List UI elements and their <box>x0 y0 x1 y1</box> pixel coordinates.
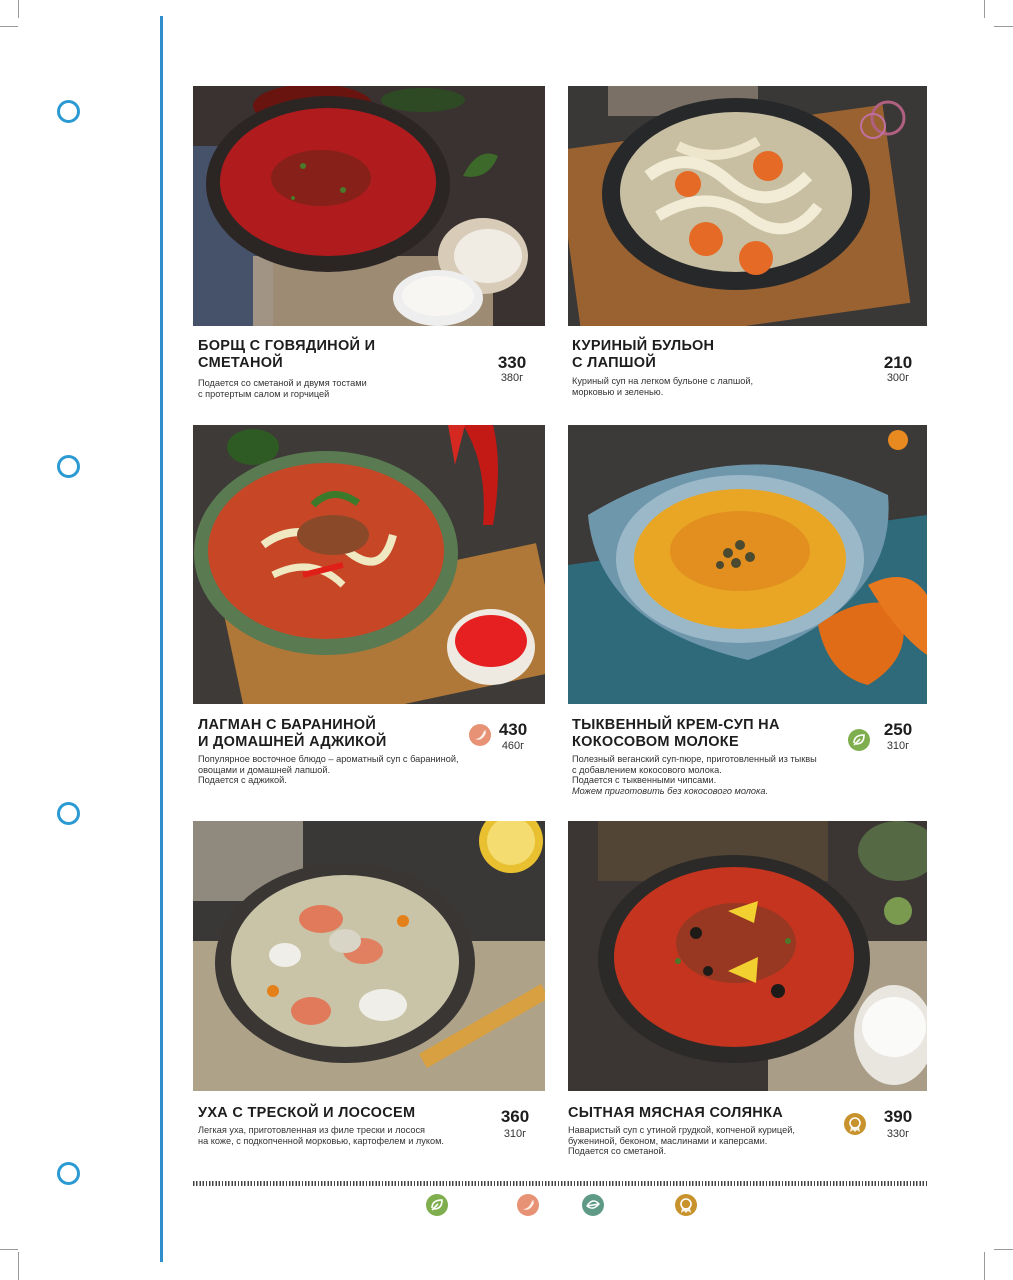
binder-hole <box>57 100 80 123</box>
dish-weight: 300г <box>886 372 910 384</box>
dish-description: Популярное восточное блюдо – ароматный с… <box>198 754 459 786</box>
binder-hole <box>57 1162 80 1185</box>
dish-photo-pumpkin-soup <box>568 425 927 704</box>
dish-description: Подается со сметаной и двумя тостами с пр… <box>198 378 367 399</box>
vegan-leaf-icon <box>426 1194 448 1216</box>
dish-title: ТЫКВЕННЫЙ КРЕМ-СУП НА КОКОСОВОМ МОЛОКЕ <box>572 717 780 750</box>
binder-hole <box>57 802 80 825</box>
dish-price: 330 <box>497 353 527 372</box>
crop-mark <box>994 1249 1013 1250</box>
dish-title: УХА С ТРЕСКОЙ И ЛОСОСЕМ <box>198 1105 416 1121</box>
dish-price: 250 <box>883 720 913 739</box>
teal-leaf-icon <box>582 1194 604 1216</box>
dish-photo-solyanka <box>568 821 927 1091</box>
dish-photo-borscht <box>193 86 545 326</box>
dish-photo-lagman <box>193 425 545 704</box>
crop-mark <box>18 0 19 18</box>
dish-weight: 310г <box>886 740 910 752</box>
crop-mark <box>18 1252 19 1280</box>
dish-price: 390 <box>883 1107 913 1126</box>
dish-description: Легкая уха, приготовленная из филе треск… <box>198 1125 444 1146</box>
dish-title: БОРЩ С ГОВЯДИНОЙ И СМЕТАНОЙ <box>198 338 376 371</box>
crop-mark <box>0 26 18 27</box>
crop-mark <box>984 0 985 18</box>
dish-photo-chicken-broth <box>568 86 927 326</box>
dish-title: СЫТНАЯ МЯСНАЯ СОЛЯНКА <box>568 1105 783 1121</box>
dish-photo-ukha <box>193 821 545 1091</box>
binder-hole <box>57 455 80 478</box>
footer-dotted-rule <box>193 1181 927 1186</box>
crop-mark <box>984 1252 985 1280</box>
crop-mark <box>994 26 1013 27</box>
dish-weight: 460г <box>501 740 525 752</box>
dish-description: Куриный суп на легком бульоне с лапшой, м… <box>572 376 754 397</box>
dish-weight: 380г <box>500 372 524 384</box>
crop-mark <box>0 1249 18 1250</box>
dish-price: 210 <box>883 353 913 372</box>
chef-medal-icon <box>675 1194 697 1216</box>
vegan-leaf-icon <box>848 729 870 751</box>
chili-pepper-icon <box>517 1194 539 1216</box>
dish-price: 430 <box>498 720 528 739</box>
dish-price: 360 <box>500 1107 530 1126</box>
dish-description: Полезный веганский суп-пюре, приготовлен… <box>572 754 817 796</box>
dish-title: КУРИНЫЙ БУЛЬОН С ЛАПШОЙ <box>572 338 715 371</box>
chef-medal-icon <box>844 1113 866 1135</box>
binding-spine-line <box>160 16 163 1262</box>
dish-weight: 310г <box>503 1128 527 1140</box>
dish-weight: 330г <box>886 1128 910 1140</box>
dish-description: Наваристый суп с утиной грудкой, копчено… <box>568 1125 795 1157</box>
dish-title: ЛАГМАН С БАРАНИНОЙ И ДОМАШНЕЙ АДЖИКОЙ <box>198 717 387 750</box>
